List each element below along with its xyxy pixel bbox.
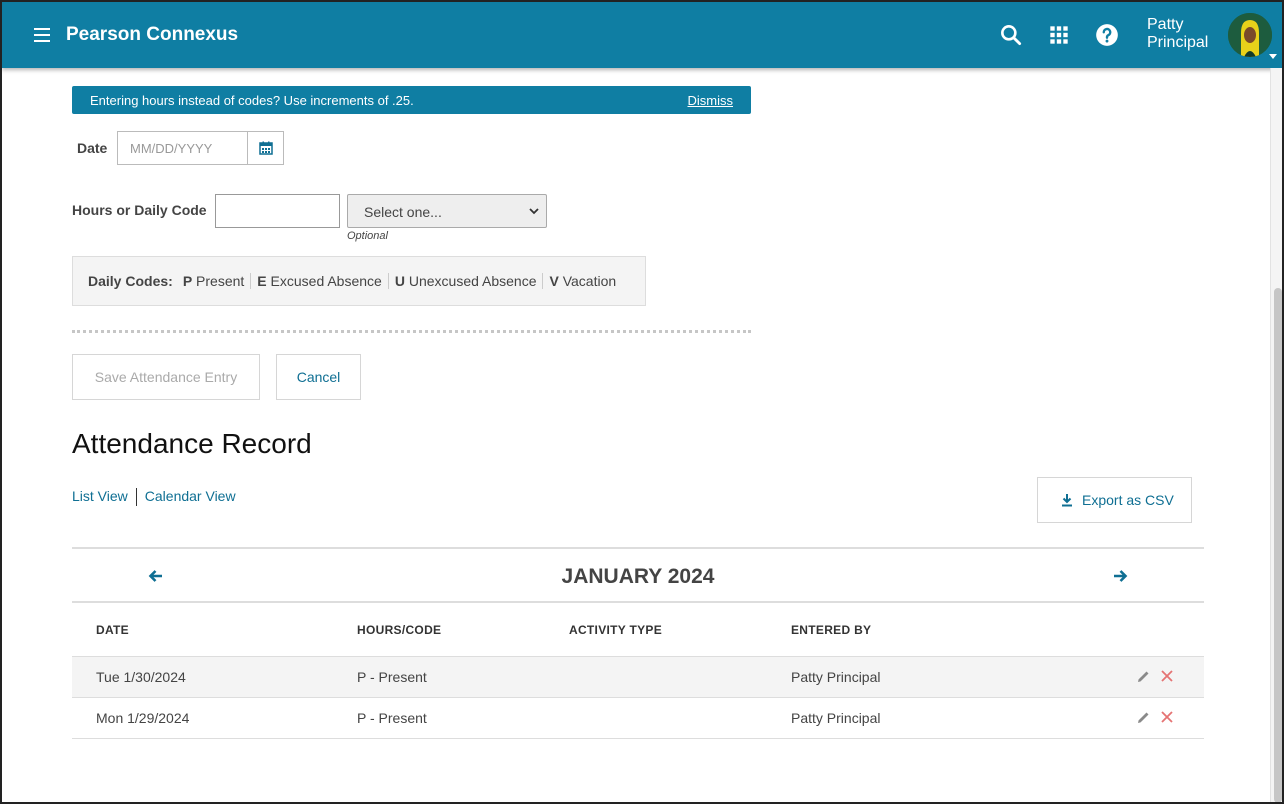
- code-present: P Present: [182, 273, 245, 289]
- row-code: P - Present: [357, 710, 427, 726]
- brand-title: Pearson Connexus: [66, 24, 239, 45]
- view-switcher: List View Calendar View: [72, 488, 236, 507]
- scrollbar-thumb[interactable]: [1274, 288, 1282, 802]
- hours-code-label: Hours or Daily Code: [72, 202, 207, 218]
- daily-code-select-value: Select one...: [364, 204, 442, 220]
- table-header: DATE HOURS/CODE ACTIVITY TYPE ENTERED BY: [72, 603, 1204, 657]
- date-label: Date: [77, 140, 108, 156]
- view-separator: [135, 488, 137, 507]
- table-row: Mon 1/29/2024 P - Present Patty Principa…: [72, 698, 1204, 739]
- avatar-dropdown-icon[interactable]: [1269, 54, 1277, 59]
- close-icon[interactable]: [1160, 669, 1174, 683]
- cancel-button[interactable]: Cancel: [276, 354, 361, 400]
- chevron-down-icon: [529, 208, 539, 215]
- column-header-activity-type[interactable]: ACTIVITY TYPE: [569, 623, 662, 637]
- daily-code-select[interactable]: Select one...: [347, 194, 547, 228]
- save-attendance-button[interactable]: Save Attendance Entry: [72, 354, 260, 400]
- app-window: Pearson Connexus Patty Principal Enterin…: [0, 0, 1284, 804]
- close-icon[interactable]: [1160, 710, 1174, 724]
- info-banner: Entering hours instead of codes? Use inc…: [72, 86, 751, 114]
- apps-grid-icon[interactable]: [1046, 22, 1072, 48]
- export-csv-button[interactable]: Export as CSV: [1037, 477, 1192, 523]
- user-first-name: Patty: [1147, 16, 1184, 33]
- row-entered-by: Patty Principal: [791, 710, 881, 726]
- download-icon: [1062, 494, 1072, 507]
- menu-icon[interactable]: [32, 24, 52, 46]
- top-bar: Pearson Connexus Patty Principal: [2, 2, 1282, 68]
- list-view-link[interactable]: List View: [72, 488, 128, 504]
- hours-input[interactable]: [215, 194, 340, 228]
- daily-codes-legend: Daily Codes: P Present E Excused Absence U …: [72, 256, 646, 306]
- pencil-icon[interactable]: [1136, 710, 1151, 725]
- table-row: Tue 1/30/2024 P - Present Patty Principa…: [72, 657, 1204, 698]
- attendance-table: DATE HOURS/CODE ACTIVITY TYPE ENTERED BY…: [72, 603, 1204, 739]
- avatar-portrait-icon: [1228, 13, 1272, 57]
- user-name[interactable]: Patty Principal: [1147, 16, 1222, 52]
- calendar-icon: [259, 141, 273, 155]
- daily-codes-title: Daily Codes:: [88, 273, 173, 289]
- date-input[interactable]: MM/DD/YYYY: [117, 131, 247, 165]
- attendance-record-title: Attendance Record: [72, 428, 312, 459]
- divider: [72, 330, 751, 333]
- avatar[interactable]: [1226, 11, 1274, 59]
- help-icon[interactable]: [1094, 22, 1120, 48]
- column-header-date[interactable]: DATE: [96, 623, 129, 637]
- row-code: P - Present: [357, 669, 427, 685]
- month-label: JANUARY 2024: [561, 565, 715, 588]
- row-date: Mon 1/29/2024: [96, 710, 190, 726]
- code-unexcused: U Unexcused Absence: [387, 273, 543, 289]
- column-header-entered-by[interactable]: ENTERED BY: [791, 623, 871, 637]
- search-icon[interactable]: [998, 22, 1024, 48]
- row-date: Tue 1/30/2024: [96, 669, 186, 685]
- banner-message: Entering hours instead of codes? Use inc…: [90, 93, 414, 108]
- row-entered-by: Patty Principal: [791, 669, 881, 685]
- user-last-name: Principal: [1147, 34, 1209, 51]
- code-excused: E Excused Absence: [250, 273, 388, 289]
- code-vacation: V Vacation: [542, 273, 622, 289]
- pencil-icon[interactable]: [1136, 669, 1151, 684]
- calendar-button[interactable]: [247, 131, 284, 165]
- arrow-right-icon[interactable]: [1111, 567, 1129, 585]
- optional-note: Optional: [347, 230, 388, 242]
- export-csv-label: Export as CSV: [1082, 492, 1174, 508]
- column-header-hours-code[interactable]: HOURS/CODE: [357, 623, 441, 637]
- calendar-view-link[interactable]: Calendar View: [145, 488, 236, 504]
- month-navigator: JANUARY 2024: [72, 547, 1204, 603]
- dismiss-link[interactable]: Dismiss: [688, 93, 734, 108]
- scrollbar[interactable]: [1270, 68, 1282, 802]
